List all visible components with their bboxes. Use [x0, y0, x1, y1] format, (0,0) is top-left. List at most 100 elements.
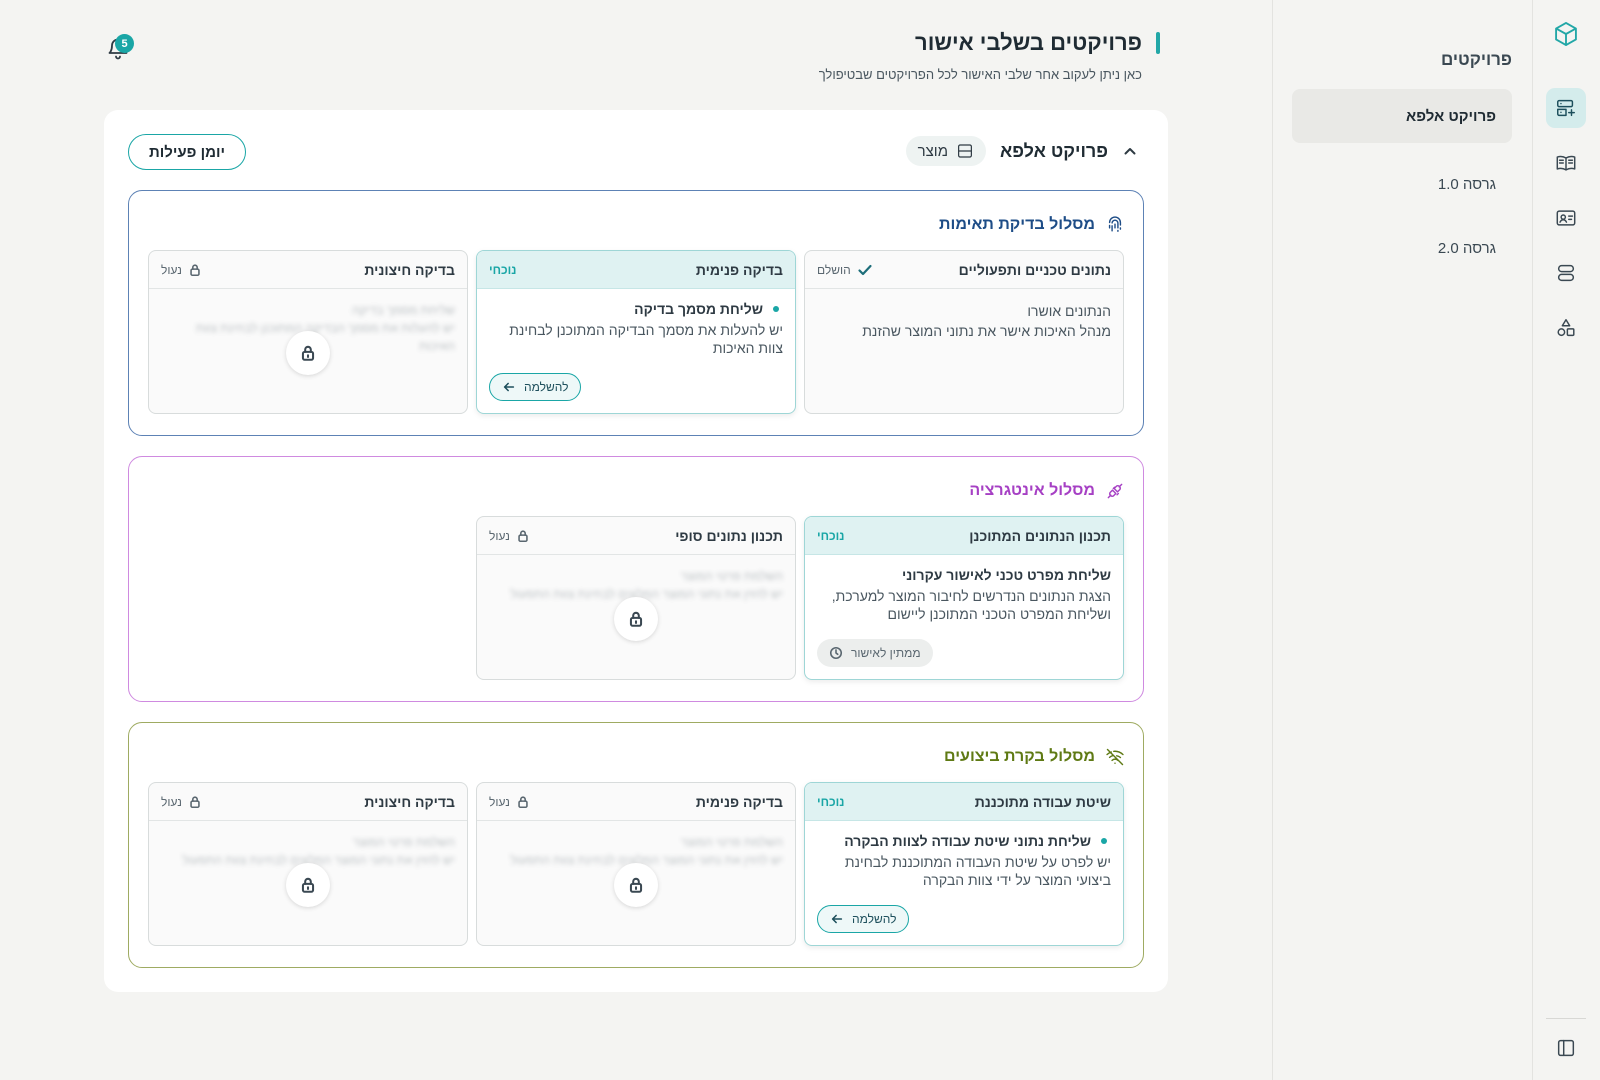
stage-body: הנתונים אושרו מנהל האיכות אישר את נתוני … [805, 289, 1123, 342]
blurred-task-title: שליחת מסמך בדיקה [351, 303, 455, 317]
lock-icon [614, 863, 658, 907]
lock-icon [190, 795, 200, 808]
stage-card-completed: נתונים טכניים ותפעוליים הושלם הנתונים או… [804, 250, 1124, 414]
task-description: הצגת הנתונים הנדרשים לחיבור המוצר למערכת… [831, 588, 1111, 622]
sidebar-item-version-1[interactable]: גרסה 1.0 [1292, 157, 1512, 211]
cube-logo-icon[interactable] [1546, 14, 1586, 54]
clock-icon [829, 646, 843, 660]
stage-name: בדיקה פנימית [695, 793, 783, 810]
check-icon [858, 264, 872, 275]
stage-status: נעול [489, 795, 530, 809]
stage-body-locked: השלמת פרטי המוצר יש להזין את נתוני המוצר… [477, 821, 795, 945]
stage-name: בדיקה חיצונית [364, 261, 455, 278]
track-title-label: מסלול אינטגרציה [969, 482, 1095, 499]
continue-button-label: להשלמה [852, 912, 897, 926]
stage-status-badge: נוכחי [489, 262, 517, 277]
task-title-label: שליחת נתוני שיטת עבודה לצוות הבקרה [844, 833, 1091, 849]
server-icon [958, 144, 972, 158]
track-title-label: מסלול בקרת ביצועים [944, 748, 1095, 765]
sidebar-title: פרויקטים [1441, 50, 1512, 69]
contact-card-icon[interactable] [1546, 198, 1586, 238]
lock-icon [286, 331, 330, 375]
project-name: פרויקט אלפא [1000, 140, 1108, 161]
stage-card-locked: בדיקה פנימית נעול השלמת פרטי המוצר יש לה… [476, 782, 796, 946]
sidebar-item-label: פרויקט אלפא [1406, 107, 1496, 125]
stage-status-label: נעול [489, 794, 510, 809]
chevron-up-icon[interactable] [1122, 143, 1138, 159]
project-card: פרויקט אלפא מוצר יומן פעילות מסלול בדיקת… [104, 110, 1168, 992]
icon-rail [1532, 0, 1600, 1080]
rail-divider [1546, 1018, 1586, 1019]
project-type-tag: מוצר [905, 136, 987, 166]
continue-button[interactable]: להשלמה [817, 905, 910, 933]
awaiting-label: ממתין לאישור [851, 646, 921, 660]
continue-button-label: להשלמה [524, 380, 569, 394]
stage-header: נתונים טכניים ותפעוליים הושלם [805, 251, 1123, 289]
shapes-icon[interactable] [1546, 308, 1586, 348]
track-compliance: מסלול בדיקת תאימות נתונים טכניים ותפעולי… [128, 190, 1144, 436]
sidebar-item-label: גרסה 1.0 [1437, 175, 1496, 193]
stage-status-label: נעול [161, 794, 182, 809]
plug-icon [1107, 483, 1123, 499]
page-subtitle: כאן ניתן לעקוב אחר שלבי האישור לכל הפרוי… [818, 67, 1142, 82]
lock-icon [614, 597, 658, 641]
continue-button[interactable]: להשלמה [489, 373, 582, 401]
stage-header: בדיקה פנימית נעול [477, 783, 795, 821]
stage-header: בדיקה חיצונית נעול [149, 251, 467, 289]
stage-card-locked: תכנון נתונים סופי נעול השלמת פרטי המוצר … [476, 516, 796, 680]
stage-header: בדיקה פנימית נוכחי [477, 251, 795, 289]
sidebar-item-project-alpha[interactable]: פרויקט אלפא [1292, 89, 1512, 143]
arrow-left-icon [831, 914, 843, 924]
blurred-task-title: השלמת פרטי המוצר [352, 835, 455, 849]
sidebar-item-version-2[interactable]: גרסה 2.0 [1292, 221, 1512, 275]
stage-card-current: תכנון הנתונים המתוכנן נוכחי שליחת מפרט ט… [804, 516, 1124, 680]
stage-header: תכנון נתונים סופי נעול [477, 517, 795, 555]
stage-body-locked: השלמת פרטי המוצר יש להזין את נתוני המוצר… [149, 821, 467, 945]
track-title: מסלול בקרת ביצועים [944, 747, 1125, 767]
stage-card-current: בדיקה פנימית נוכחי שליחת מסמך בדיקה יש ל… [476, 250, 796, 414]
book-icon[interactable] [1546, 143, 1586, 183]
stage-card-locked: בדיקה חיצונית נעול שליחת מסמך בדיקה יש ל… [148, 250, 468, 414]
sidebar-item-label: גרסה 2.0 [1437, 239, 1496, 257]
project-header: פרויקט אלפא מוצר [905, 136, 1138, 166]
stage-status: נעול [161, 263, 202, 277]
track-title-label: מסלול בדיקת תאימות [939, 216, 1095, 233]
task-title: שליחת מפרט טכני לאישור עקרוני [817, 567, 1111, 583]
lock-icon [190, 263, 200, 276]
lock-icon [286, 863, 330, 907]
stage-card-locked: בדיקה חיצונית נעול השלמת פרטי המוצר יש ל… [148, 782, 468, 946]
server-plus-icon[interactable] [1546, 88, 1586, 128]
stage-body: שליחת מפרט טכני לאישור עקרוני הצגת הנתונ… [805, 555, 1123, 623]
projects-sidebar: פרויקטים פרויקט אלפא גרסה 1.0 גרסה 2.0 [1272, 0, 1532, 1080]
stage-header: בדיקה חיצונית נעול [149, 783, 467, 821]
stage-status: הושלם [817, 262, 873, 278]
stage-name: שיטת עבודה מתוכננת [974, 793, 1111, 810]
stage-body: שליחת נתוני שיטת עבודה לצוות הבקרה יש לפ… [805, 821, 1123, 889]
sidebar-toggle-icon[interactable] [1546, 1028, 1586, 1068]
lock-icon [518, 529, 528, 542]
blurred-task-title: השלמת פרטי המוצר [680, 569, 783, 583]
stage-name: תכנון נתונים סופי [675, 527, 783, 544]
task-title-label: שליחת מפרט טכני לאישור עקרוני [902, 567, 1111, 583]
blurred-task-title: השלמת פרטי המוצר [680, 835, 783, 849]
notification-count-badge: 5 [115, 34, 134, 53]
stage-status: נעול [161, 795, 202, 809]
arrow-left-icon [503, 382, 515, 392]
wifi-off-icon [1106, 748, 1124, 766]
page-header: פרויקטים בשלבי אישור כאן ניתן לעקוב אחר … [819, 30, 1160, 82]
stage-result-title: הנתונים אושרו [1027, 303, 1111, 319]
page-title: פרויקטים בשלבי אישור [915, 30, 1142, 55]
stage-status-badge: נוכחי [817, 528, 845, 543]
activity-log-button[interactable]: יומן פעילות [128, 134, 246, 170]
notifications-button[interactable]: 5 [104, 34, 134, 64]
stage-status-label: נעול [161, 262, 182, 277]
task-description: יש לפרט על שיטת העבודה המתוכננת לבחינת ב… [844, 854, 1111, 888]
stage-header: שיטת עבודה מתוכננת נוכחי [805, 783, 1123, 821]
bullet-dot [1101, 838, 1107, 844]
stage-header: תכנון הנתונים המתוכנן נוכחי [805, 517, 1123, 555]
track-title: מסלול בדיקת תאימות [939, 215, 1125, 235]
title-accent-bar [1156, 32, 1160, 54]
stage-body: שליחת מסמך בדיקה יש להעלות את מסמך הבדיק… [477, 289, 795, 357]
database-icon[interactable] [1546, 253, 1586, 293]
task-title: שליחת מסמך בדיקה [489, 301, 783, 317]
